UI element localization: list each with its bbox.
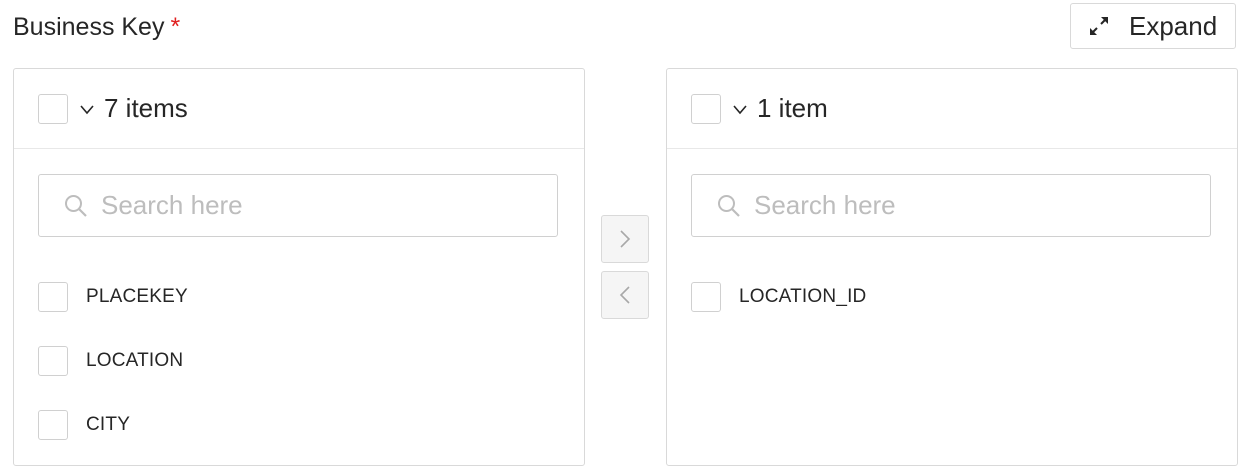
search-icon [65, 194, 87, 217]
item-checkbox[interactable] [38, 282, 68, 312]
target-search-field[interactable] [691, 174, 1211, 237]
source-item-count: 7 items [104, 93, 188, 123]
source-list-panel: 7 items PLACEKEY LOCATION CITY [13, 68, 585, 466]
source-select-all-checkbox[interactable] [38, 93, 68, 124]
expand-button[interactable]: Expand [1070, 3, 1236, 49]
list-item[interactable]: LOCATION_ID [691, 281, 866, 313]
move-to-source-button[interactable] [601, 271, 649, 319]
item-label: LOCATION [86, 350, 184, 371]
target-panel-header: 1 item [667, 69, 1237, 149]
target-select-all-checkbox[interactable] [691, 93, 721, 124]
source-search-input[interactable] [99, 189, 503, 222]
target-item-count: 1 item [757, 93, 828, 123]
required-asterisk: * [170, 12, 181, 41]
list-item[interactable]: LOCATION [38, 345, 188, 377]
expand-arrows-icon [1090, 17, 1108, 35]
target-item-list: LOCATION_ID [691, 281, 866, 345]
expand-button-label: Expand [1129, 10, 1218, 41]
move-to-target-button[interactable] [601, 215, 649, 263]
business-key-label: Business Key * [13, 12, 180, 42]
target-list-panel: 1 item LOCATION_ID [666, 68, 1238, 466]
item-checkbox[interactable] [38, 410, 68, 440]
chevron-right-icon [620, 230, 631, 248]
chevron-left-icon [619, 286, 630, 304]
chevron-down-icon[interactable] [731, 100, 749, 118]
target-search-input[interactable] [752, 189, 1156, 222]
list-item[interactable]: PLACEKEY [38, 281, 188, 313]
item-checkbox[interactable] [38, 346, 68, 376]
item-label: PLACEKEY [86, 286, 188, 307]
item-checkbox[interactable] [691, 282, 721, 312]
field-label-text: Business Key [13, 12, 165, 41]
source-item-list: PLACEKEY LOCATION CITY [38, 281, 188, 465]
chevron-down-icon[interactable] [78, 100, 96, 118]
source-panel-header: 7 items [14, 69, 584, 149]
source-search-field[interactable] [38, 174, 558, 237]
item-label: LOCATION_ID [739, 286, 867, 307]
search-icon [718, 194, 740, 217]
list-item[interactable]: CITY [38, 409, 188, 441]
item-label: CITY [86, 414, 131, 435]
